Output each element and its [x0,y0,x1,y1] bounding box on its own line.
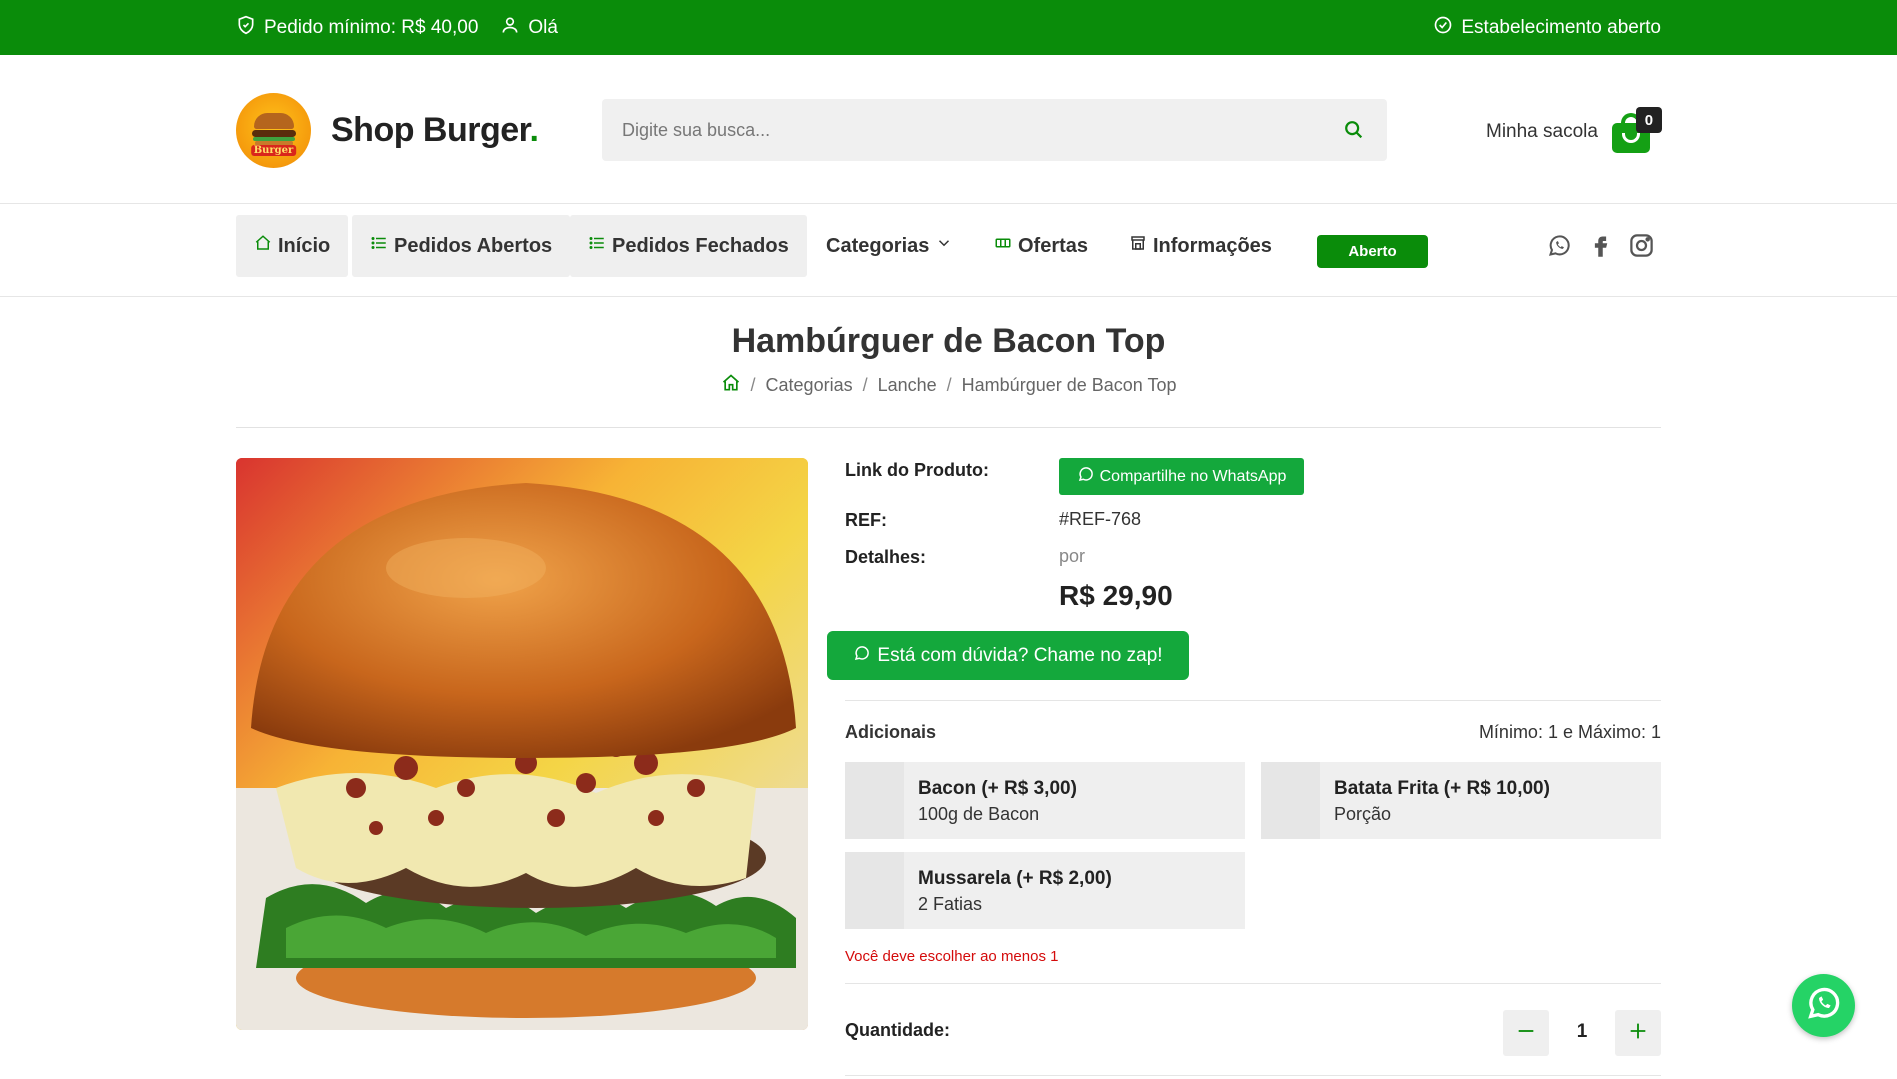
search-bar [602,99,1387,161]
share-whatsapp-label: Compartilhe no WhatsApp [1099,467,1287,485]
whatsapp-help-button[interactable]: Está com dúvida? Chame no zap! [827,631,1189,680]
ref-value: #REF-768 [1059,509,1142,529]
addon-warning: Você deve escolher ao menos 1 [845,948,1059,965]
nav-item-inicio[interactable]: Início [236,215,349,277]
bag-count-badge: 0 [1635,107,1662,133]
main-nav: Início Pedidos Abertos Pedidos Fechados … [0,204,1897,297]
store-status-text: Estabelecimento aberto [1461,16,1661,38]
greeting-text: Olá [528,16,558,38]
breadcrumb-separator: / [750,375,756,395]
store-status: Estabelecimento aberto [1433,0,1661,55]
quantity-label: Quantidade: [845,1020,951,1040]
divider [236,427,1661,428]
product-image [236,458,808,1030]
quantity-increase-button[interactable] [1615,1010,1661,1056]
divider [845,1075,1661,1076]
whatsapp-icon [1077,465,1095,488]
list-icon [370,234,388,258]
store-icon [1129,234,1147,258]
ref-label: REF: [845,510,887,530]
chevron-down-icon [935,234,953,258]
addon-option[interactable]: Mussarela (+ R$ 2,00) 2 Fatias [845,852,1245,929]
price-prefix: por [1059,546,1086,566]
addon-desc: 2 Fatias [918,894,983,914]
bag-label: Minha sacola [1486,121,1598,142]
addon-name: Mussarela (+ R$ 2,00) [918,868,1112,889]
nav-item-ofertas[interactable]: Ofertas [976,215,1106,277]
details-label: Detalhes: [845,547,927,567]
nav-item-label: Pedidos Fechados [612,234,789,257]
addons-rule: Mínimo: 1 e Máximo: 1 [1478,722,1661,742]
min-order-info: Pedido mínimo: R$ 40,00 [236,15,478,41]
bag-icon[interactable]: 0 [1611,107,1662,153]
addon-checkbox[interactable] [845,852,904,929]
logo-label: Burger [250,145,297,156]
addon-option[interactable]: Batata Frita (+ R$ 10,00) Porção [1261,762,1661,839]
addon-desc: 100g de Bacon [918,804,1040,824]
product-price: R$ 29,90 [1059,580,1173,611]
whatsapp-icon [853,644,871,668]
addons-title: Adicionais [845,722,937,742]
plus-icon [1627,1020,1649,1047]
nav-item-label: Informações [1153,234,1272,257]
nav-item-informacoes[interactable]: Informações [1111,215,1290,277]
burger-logo-icon: Burger [236,93,311,168]
nav-item-label: Pedidos Abertos [394,234,553,257]
addon-option[interactable]: Bacon (+ R$ 3,00) 100g de Bacon [845,762,1245,839]
addon-name: Bacon (+ R$ 3,00) [918,778,1077,799]
instagram-icon[interactable] [1628,232,1655,264]
brand-name: Shop Burger. [331,111,539,149]
addon-name: Batata Frita (+ R$ 10,00) [1334,778,1550,799]
user-greeting[interactable]: Olá [500,15,558,41]
whatsapp-icon[interactable] [1546,232,1573,264]
quantity-value[interactable]: 1 [1567,1021,1597,1043]
breadcrumb-separator: / [862,375,868,395]
page-title: Hambúrguer de Bacon Top [731,322,1166,360]
minus-icon [1515,1020,1537,1047]
link-label: Link do Produto: [845,460,989,480]
home-icon [254,234,272,258]
nav-item-label: Categorias [826,234,930,257]
home-icon[interactable] [721,373,741,398]
whatsapp-float-button[interactable] [1792,974,1855,1037]
addon-checkbox[interactable] [1261,762,1320,839]
min-order-text: Pedido mínimo: R$ 40,00 [264,16,479,38]
social-links [1546,232,1655,264]
shopping-bag[interactable]: Minha sacola 0 [1486,107,1662,153]
user-icon [500,15,520,41]
check-circle-icon [1433,15,1453,41]
facebook-icon[interactable] [1587,232,1614,264]
divider [845,983,1661,984]
shield-icon [236,15,256,41]
list-icon [588,234,606,258]
header: Burger Shop Burger. Minha sacola 0 [0,55,1897,204]
nav-item-pedidos-abertos[interactable]: Pedidos Abertos [352,215,571,277]
whatsapp-help-label: Está com dúvida? Chame no zap! [877,644,1163,666]
quantity-decrease-button[interactable] [1503,1010,1549,1056]
ticket-icon [994,234,1012,258]
nav-item-pedidos-fechados[interactable]: Pedidos Fechados [570,215,807,277]
nav-item-label: Ofertas [1018,234,1089,257]
divider [845,700,1661,701]
addon-desc: Porção [1334,804,1392,824]
search-input[interactable] [602,99,1302,161]
breadcrumb-item-categorias[interactable]: Categorias [766,375,853,396]
top-bar: Pedido mínimo: R$ 40,00 Olá Estabelecime… [0,0,1897,55]
addon-checkbox[interactable] [845,762,904,839]
breadcrumb-separator: / [946,375,952,395]
open-status-badge: Aberto [1317,235,1428,268]
breadcrumb-item-current: Hambúrguer de Bacon Top [961,375,1177,395]
logo[interactable]: Burger Shop Burger. [236,93,539,168]
nav-item-label: Início [278,234,331,257]
breadcrumb: / Categorias / Lanche / Hambúrguer de Ba… [0,373,1897,398]
share-whatsapp-button[interactable]: Compartilhe no WhatsApp [1059,458,1304,495]
top-bar-left: Pedido mínimo: R$ 40,00 Olá [236,0,558,55]
nav-item-categorias[interactable]: Categorias [808,215,971,277]
search-icon[interactable] [1343,119,1365,141]
breadcrumb-item-lanche[interactable]: Lanche [878,375,937,396]
whatsapp-icon [1804,983,1844,1028]
